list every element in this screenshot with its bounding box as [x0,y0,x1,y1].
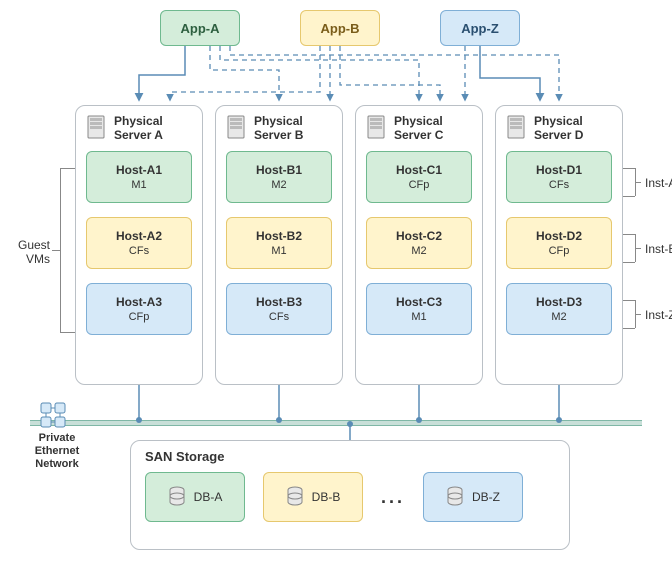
db-z: DB-Z [423,472,523,522]
host-name: Host-D3 [536,295,582,309]
host-a2: Host-A2 CFs [86,217,192,269]
label-inst-z: Inst-Z [645,308,672,322]
host-role: M1 [131,179,146,191]
host-c3: Host-C3 M1 [366,283,472,335]
app-box-z: App-Z [440,10,520,46]
server-title: Physical Server D [534,114,583,143]
bracket-inst-a-top [623,168,635,169]
host-role: M1 [271,245,286,257]
host-role: M2 [271,179,286,191]
host-role: M2 [411,245,426,257]
app-label: App-Z [461,21,499,36]
host-role: CFs [129,245,149,257]
bracket-inst-z-top [623,300,635,301]
database-icon [168,486,186,508]
host-name: Host-D2 [536,229,582,243]
server-title: Physical Server B [254,114,303,143]
db-label: DB-B [312,490,341,504]
network-icon [38,400,68,433]
server-icon [506,114,528,142]
host-c1: Host-C1 CFp [366,151,472,203]
host-name: Host-A3 [116,295,162,309]
host-name: Host-C1 [396,163,442,177]
host-role: M2 [551,311,566,323]
ethernet-bar [30,420,642,426]
host-c2: Host-C2 M2 [366,217,472,269]
host-name: Host-A2 [116,229,162,243]
host-b2: Host-B2 M1 [226,217,332,269]
host-a1: Host-A1 M1 [86,151,192,203]
host-role: CFs [549,179,569,191]
host-d3: Host-D3 M2 [506,283,612,335]
bracket-inst-a-tick [635,182,641,183]
physical-server-c: Physical Server C Host-C1 CFp Host-C2 M2… [355,105,483,385]
app-box-b: App-B [300,10,380,46]
host-name: Host-A1 [116,163,162,177]
bracket-vm-top [60,168,75,169]
physical-server-a: Physical Server A Host-A1 M1 Host-A2 CFs… [75,105,203,385]
app-label: App-A [181,21,220,36]
san-title: SAN Storage [145,449,555,464]
server-title: Physical Server C [394,114,443,143]
host-name: Host-C2 [396,229,442,243]
bracket-inst-b-top [623,234,635,235]
host-d2: Host-D2 CFp [506,217,612,269]
physical-server-d: Physical Server D Host-D1 CFs Host-D2 CF… [495,105,623,385]
host-a3: Host-A3 CFp [86,283,192,335]
host-name: Host-C3 [396,295,442,309]
server-header: Physical Server D [506,114,612,143]
san-row: DB-A DB-B ... DB-Z [145,472,555,522]
label-inst-b: Inst-B [645,242,672,256]
san-storage: SAN Storage DB-A DB-B ... D [130,440,570,550]
server-header: Physical Server B [226,114,332,143]
bracket-inst-a-bot [623,196,635,197]
bracket-inst-b-tick [635,248,641,249]
bracket-inst-b-bot [623,262,635,263]
host-role: CFp [409,179,430,191]
label-private-ethernet: Private Ethernet Network [28,432,86,472]
app-label: App-B [321,21,360,36]
host-b3: Host-B3 CFs [226,283,332,335]
database-icon [446,486,464,508]
host-role: M1 [411,311,426,323]
host-role: CFp [549,245,570,257]
app-box-a: App-A [160,10,240,46]
bracket-vm-tick [52,250,60,251]
host-name: Host-D1 [536,163,582,177]
host-b1: Host-B1 M2 [226,151,332,203]
database-icon [286,486,304,508]
bracket-inst-z-tick [635,314,641,315]
db-b: DB-B [263,472,363,522]
host-name: Host-B1 [256,163,302,177]
server-icon [226,114,248,142]
bracket-vm-bot [60,332,75,333]
ellipsis: ... [381,487,405,508]
server-header: Physical Server C [366,114,472,143]
host-name: Host-B3 [256,295,302,309]
host-role: CFp [129,311,150,323]
bracket-inst-z-bot [623,328,635,329]
db-a: DB-A [145,472,245,522]
label-guest-vms: Guest VMs [18,238,50,266]
db-label: DB-Z [472,490,500,504]
server-icon [366,114,388,142]
server-header: Physical Server A [86,114,192,143]
host-name: Host-B2 [256,229,302,243]
db-label: DB-A [194,490,223,504]
bracket-vm-v [60,168,61,332]
host-d1: Host-D1 CFs [506,151,612,203]
server-icon [86,114,108,142]
server-title: Physical Server A [114,114,163,143]
physical-server-b: Physical Server B Host-B1 M2 Host-B2 M1 … [215,105,343,385]
host-role: CFs [269,311,289,323]
label-inst-a: Inst-A [645,176,672,190]
